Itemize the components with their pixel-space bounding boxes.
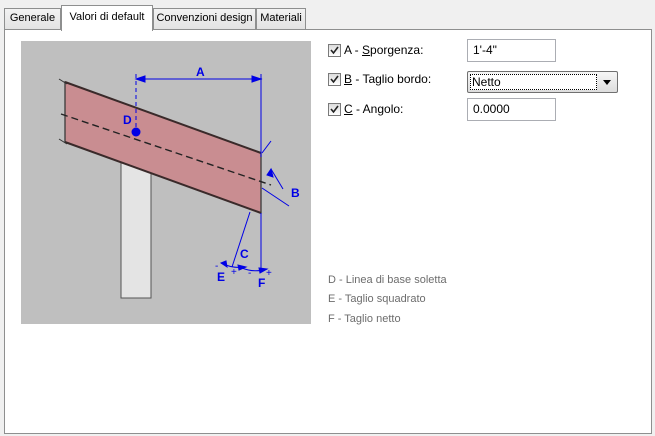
tab-valori-di-default[interactable]: Valori di default xyxy=(61,5,153,31)
angolo-checkbox[interactable] xyxy=(328,102,341,116)
label-e-minus: - xyxy=(215,261,218,272)
tab-materiali[interactable]: Materiali xyxy=(256,8,306,29)
checkmark-icon xyxy=(330,105,339,113)
slab-shape xyxy=(64,81,262,214)
row-angolo: C - Angolo: xyxy=(328,98,403,120)
baseline-point-d xyxy=(131,127,141,137)
tab-strip: Generale Valori di default Convenzioni d… xyxy=(4,0,655,31)
taglio-bordo-selected-value: Netto xyxy=(470,74,597,90)
legend-e: E - Taglio squadrato xyxy=(328,293,426,305)
row-sporgenza: A - Sporgenza: xyxy=(328,39,423,61)
label-f-plus: + xyxy=(266,268,272,279)
dimension-b xyxy=(261,140,290,207)
taglio-bordo-select[interactable]: Netto xyxy=(467,71,618,93)
legend-f: F - Taglio netto xyxy=(328,313,401,325)
label-e-plus: + xyxy=(231,267,237,278)
wall-shape xyxy=(120,157,152,299)
angolo-input[interactable]: 0.0000 xyxy=(467,98,556,121)
chevron-down-icon[interactable] xyxy=(603,80,611,85)
label-c: C xyxy=(240,247,249,261)
diagram-svg: A D B C E F + + - - xyxy=(58,65,300,299)
sporgenza-label: A - Sporgenza: xyxy=(344,43,424,57)
label-f-minus: - xyxy=(248,268,251,279)
checkmark-icon xyxy=(330,46,339,54)
tab-generale[interactable]: Generale xyxy=(4,8,61,29)
label-d: D xyxy=(123,113,132,127)
tab-panel: A D B C E F + + - - A - Sporgenza: 1'-4"… xyxy=(4,29,652,434)
row-taglio-bordo: B - Taglio bordo: xyxy=(328,68,431,90)
label-f: F xyxy=(258,276,265,290)
angolo-label: C - Angolo: xyxy=(344,102,404,116)
sporgenza-input[interactable]: 1'-4" xyxy=(467,39,556,62)
label-b: B xyxy=(291,186,300,200)
dimension-cef xyxy=(219,211,269,274)
checkmark-icon xyxy=(330,75,339,83)
slab-edge-diagram: A D B C E F + + - - xyxy=(21,41,311,324)
taglio-bordo-label: B - Taglio bordo: xyxy=(344,72,432,86)
label-a: A xyxy=(196,65,205,79)
sporgenza-checkbox[interactable] xyxy=(328,43,341,57)
label-e: E xyxy=(217,270,225,284)
legend-d: D - Linea di base soletta xyxy=(328,274,447,286)
taglio-bordo-checkbox[interactable] xyxy=(328,72,341,86)
tab-convenzioni-design[interactable]: Convenzioni design xyxy=(153,8,256,29)
